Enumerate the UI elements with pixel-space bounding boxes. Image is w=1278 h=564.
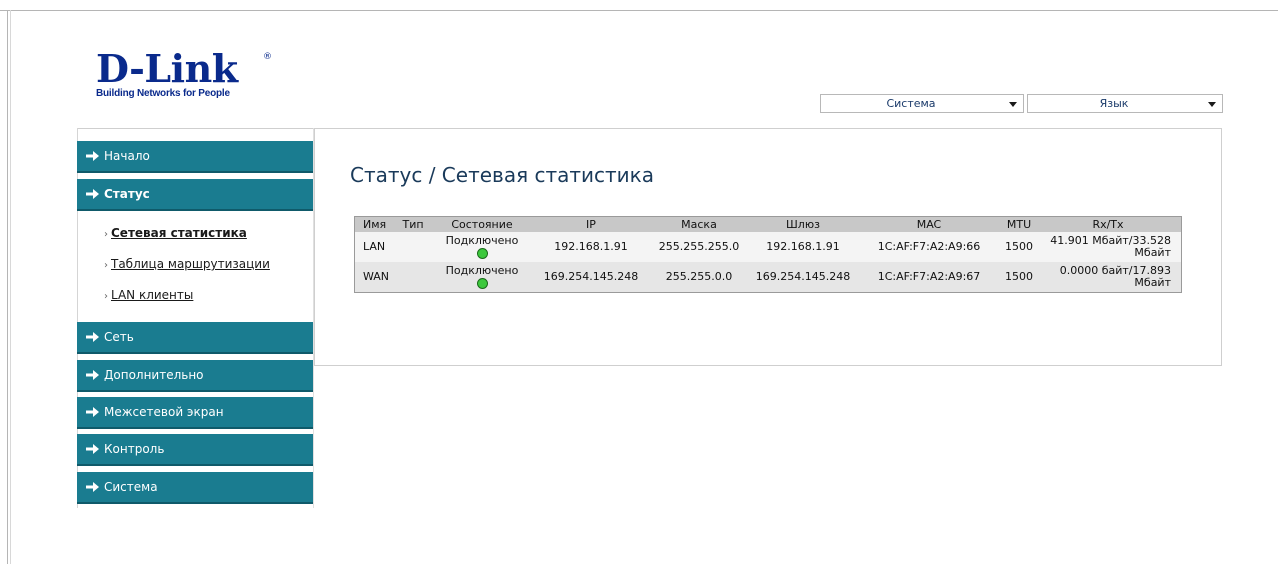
sidebar-item-system[interactable]: Система	[77, 472, 313, 504]
cell-mtu: 1500	[1005, 270, 1033, 283]
window-frame-left-inner	[10, 10, 11, 564]
cell-name: WAN	[363, 270, 390, 283]
system-select-value: Система	[886, 97, 936, 110]
header-gateway: Шлюз	[786, 217, 820, 231]
sidebar-item-network[interactable]: Сеть	[77, 322, 313, 354]
sidebar-item-control[interactable]: Контроль	[77, 434, 313, 466]
arrow-right-icon	[86, 151, 99, 161]
arrow-right-icon	[86, 444, 99, 454]
status-ok-icon	[476, 248, 488, 259]
cell-gateway: 192.168.1.91	[766, 240, 840, 253]
chevron-down-icon	[1208, 102, 1216, 107]
sidebar-item-label: Система	[104, 480, 158, 494]
sidebar-item-firewall[interactable]: Межсетевой экран	[77, 397, 313, 429]
status-ok-icon	[476, 278, 488, 289]
sidebar-border-top	[78, 128, 315, 129]
cell-ip: 169.254.145.248	[543, 270, 639, 283]
sidebar-item-label: Статус	[104, 187, 150, 201]
arrow-right-icon	[86, 370, 99, 380]
sidebar-item-label: Межсетевой экран	[104, 405, 224, 419]
subitem-lan-clients[interactable]: › LAN клиенты	[104, 288, 193, 302]
logo-tagline: Building Networks for People	[96, 88, 230, 99]
subitem-label: LAN клиенты	[111, 288, 194, 302]
cell-mac: 1C:AF:F7:A2:A9:66	[877, 240, 981, 253]
subitem-label: Сетевая статистика	[111, 226, 247, 240]
sidebar-item-label: Сеть	[104, 330, 134, 344]
sidebar-item-status[interactable]: Статус	[77, 179, 313, 211]
window-frame-left	[7, 10, 8, 564]
chevron-down-icon	[1009, 102, 1017, 107]
cell-rxtx: 0.0000 байт/17.893 Мбайт	[1035, 262, 1181, 292]
rxtx-line: Мбайт	[1134, 246, 1171, 259]
header-mtu: MTU	[1006, 217, 1032, 231]
page: D-Link ® Building Networks for People Си…	[0, 0, 1278, 564]
sidebar-item-label: Дополнительно	[104, 368, 204, 382]
bullet-icon: ›	[104, 260, 108, 271]
page-title: Статус / Сетевая статистика	[350, 163, 654, 187]
header-ip: IP	[586, 217, 596, 231]
arrow-right-icon	[86, 332, 99, 342]
cell-mask: 255.255.255.0	[658, 240, 740, 253]
sidebar-item-home[interactable]: Начало	[77, 141, 313, 173]
cell-type	[397, 232, 429, 262]
arrow-right-icon	[86, 407, 99, 417]
cell-rxtx: 41.901 Мбайт/33.528 Мбайт	[1035, 232, 1181, 262]
sidebar-item-label: Начало	[104, 149, 150, 163]
header-rxtx: Rx/Tx	[1092, 217, 1124, 231]
system-select[interactable]: Система	[820, 94, 1024, 113]
cell-state: Подключено	[429, 232, 535, 262]
cell-name: LAN	[363, 240, 386, 253]
language-select[interactable]: Язык	[1027, 94, 1223, 113]
window-frame-top	[0, 10, 1278, 11]
header-state: Состояние	[451, 217, 513, 231]
registered-mark-icon: ®	[263, 52, 272, 62]
network-stats-table: Имя Тип Состояние IP Маска Шлюз MAC MTU …	[354, 216, 1182, 293]
table-row: WAN Подключено 169.254.145.248 255.255.0…	[355, 262, 1181, 292]
cell-mask: 255.255.0.0	[665, 270, 733, 283]
bullet-icon: ›	[104, 229, 108, 240]
header-mask: Маска	[681, 217, 717, 231]
language-select-value: Язык	[1099, 97, 1129, 110]
header-name: Имя	[363, 217, 387, 231]
subitem-routing-table[interactable]: › Таблица маршрутизации	[104, 257, 270, 271]
cell-state: Подключено	[429, 262, 535, 292]
cell-gateway: 169.254.145.248	[755, 270, 851, 283]
sidebar-item-advanced[interactable]: Дополнительно	[77, 360, 313, 392]
table-header: Имя Тип Состояние IP Маска Шлюз MAC MTU …	[355, 217, 1181, 232]
dlink-logo[interactable]: D-Link ® Building Networks for People	[96, 50, 296, 100]
subitem-network-stats[interactable]: › Сетевая статистика	[104, 226, 247, 240]
arrow-right-icon	[86, 189, 99, 199]
header-type: Тип	[402, 217, 424, 231]
sidebar-item-label: Контроль	[104, 442, 165, 456]
arrow-right-icon	[86, 482, 99, 492]
cell-mtu: 1500	[1005, 240, 1033, 253]
state-text: Подключено	[445, 264, 519, 277]
header-mac: MAC	[916, 217, 942, 231]
bullet-icon: ›	[104, 291, 108, 302]
cell-type	[397, 262, 429, 292]
state-text: Подключено	[445, 234, 519, 247]
table-row: LAN Подключено 192.168.1.91 255.255.255.…	[355, 232, 1181, 262]
rxtx-line: Мбайт	[1134, 276, 1171, 289]
subitem-label: Таблица маршрутизации	[111, 257, 270, 271]
cell-mac: 1C:AF:F7:A2:A9:67	[877, 270, 981, 283]
cell-ip: 192.168.1.91	[554, 240, 628, 253]
